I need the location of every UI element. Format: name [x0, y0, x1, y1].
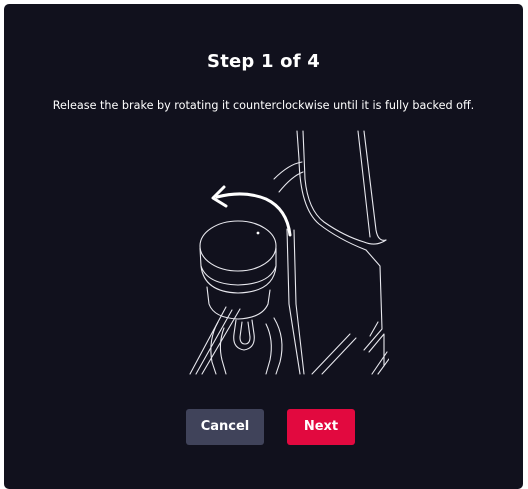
- dialog-title: Step 1 of 4: [207, 51, 320, 72]
- knob-shaft: [210, 317, 283, 375]
- next-button[interactable]: Next: [287, 409, 355, 445]
- brake-knob-illustration: [189, 130, 389, 375]
- cancel-button[interactable]: Cancel: [186, 409, 264, 445]
- frame-lines: [189, 306, 357, 375]
- instruction-text: Release the brake by rotating it counter…: [52, 99, 475, 112]
- rotate-counterclockwise-icon: [211, 185, 292, 237]
- column-lines: [273, 130, 389, 375]
- step-dialog: Step 1 of 4 Release the brake by rotatin…: [4, 4, 523, 489]
- knob-cap: [199, 220, 277, 320]
